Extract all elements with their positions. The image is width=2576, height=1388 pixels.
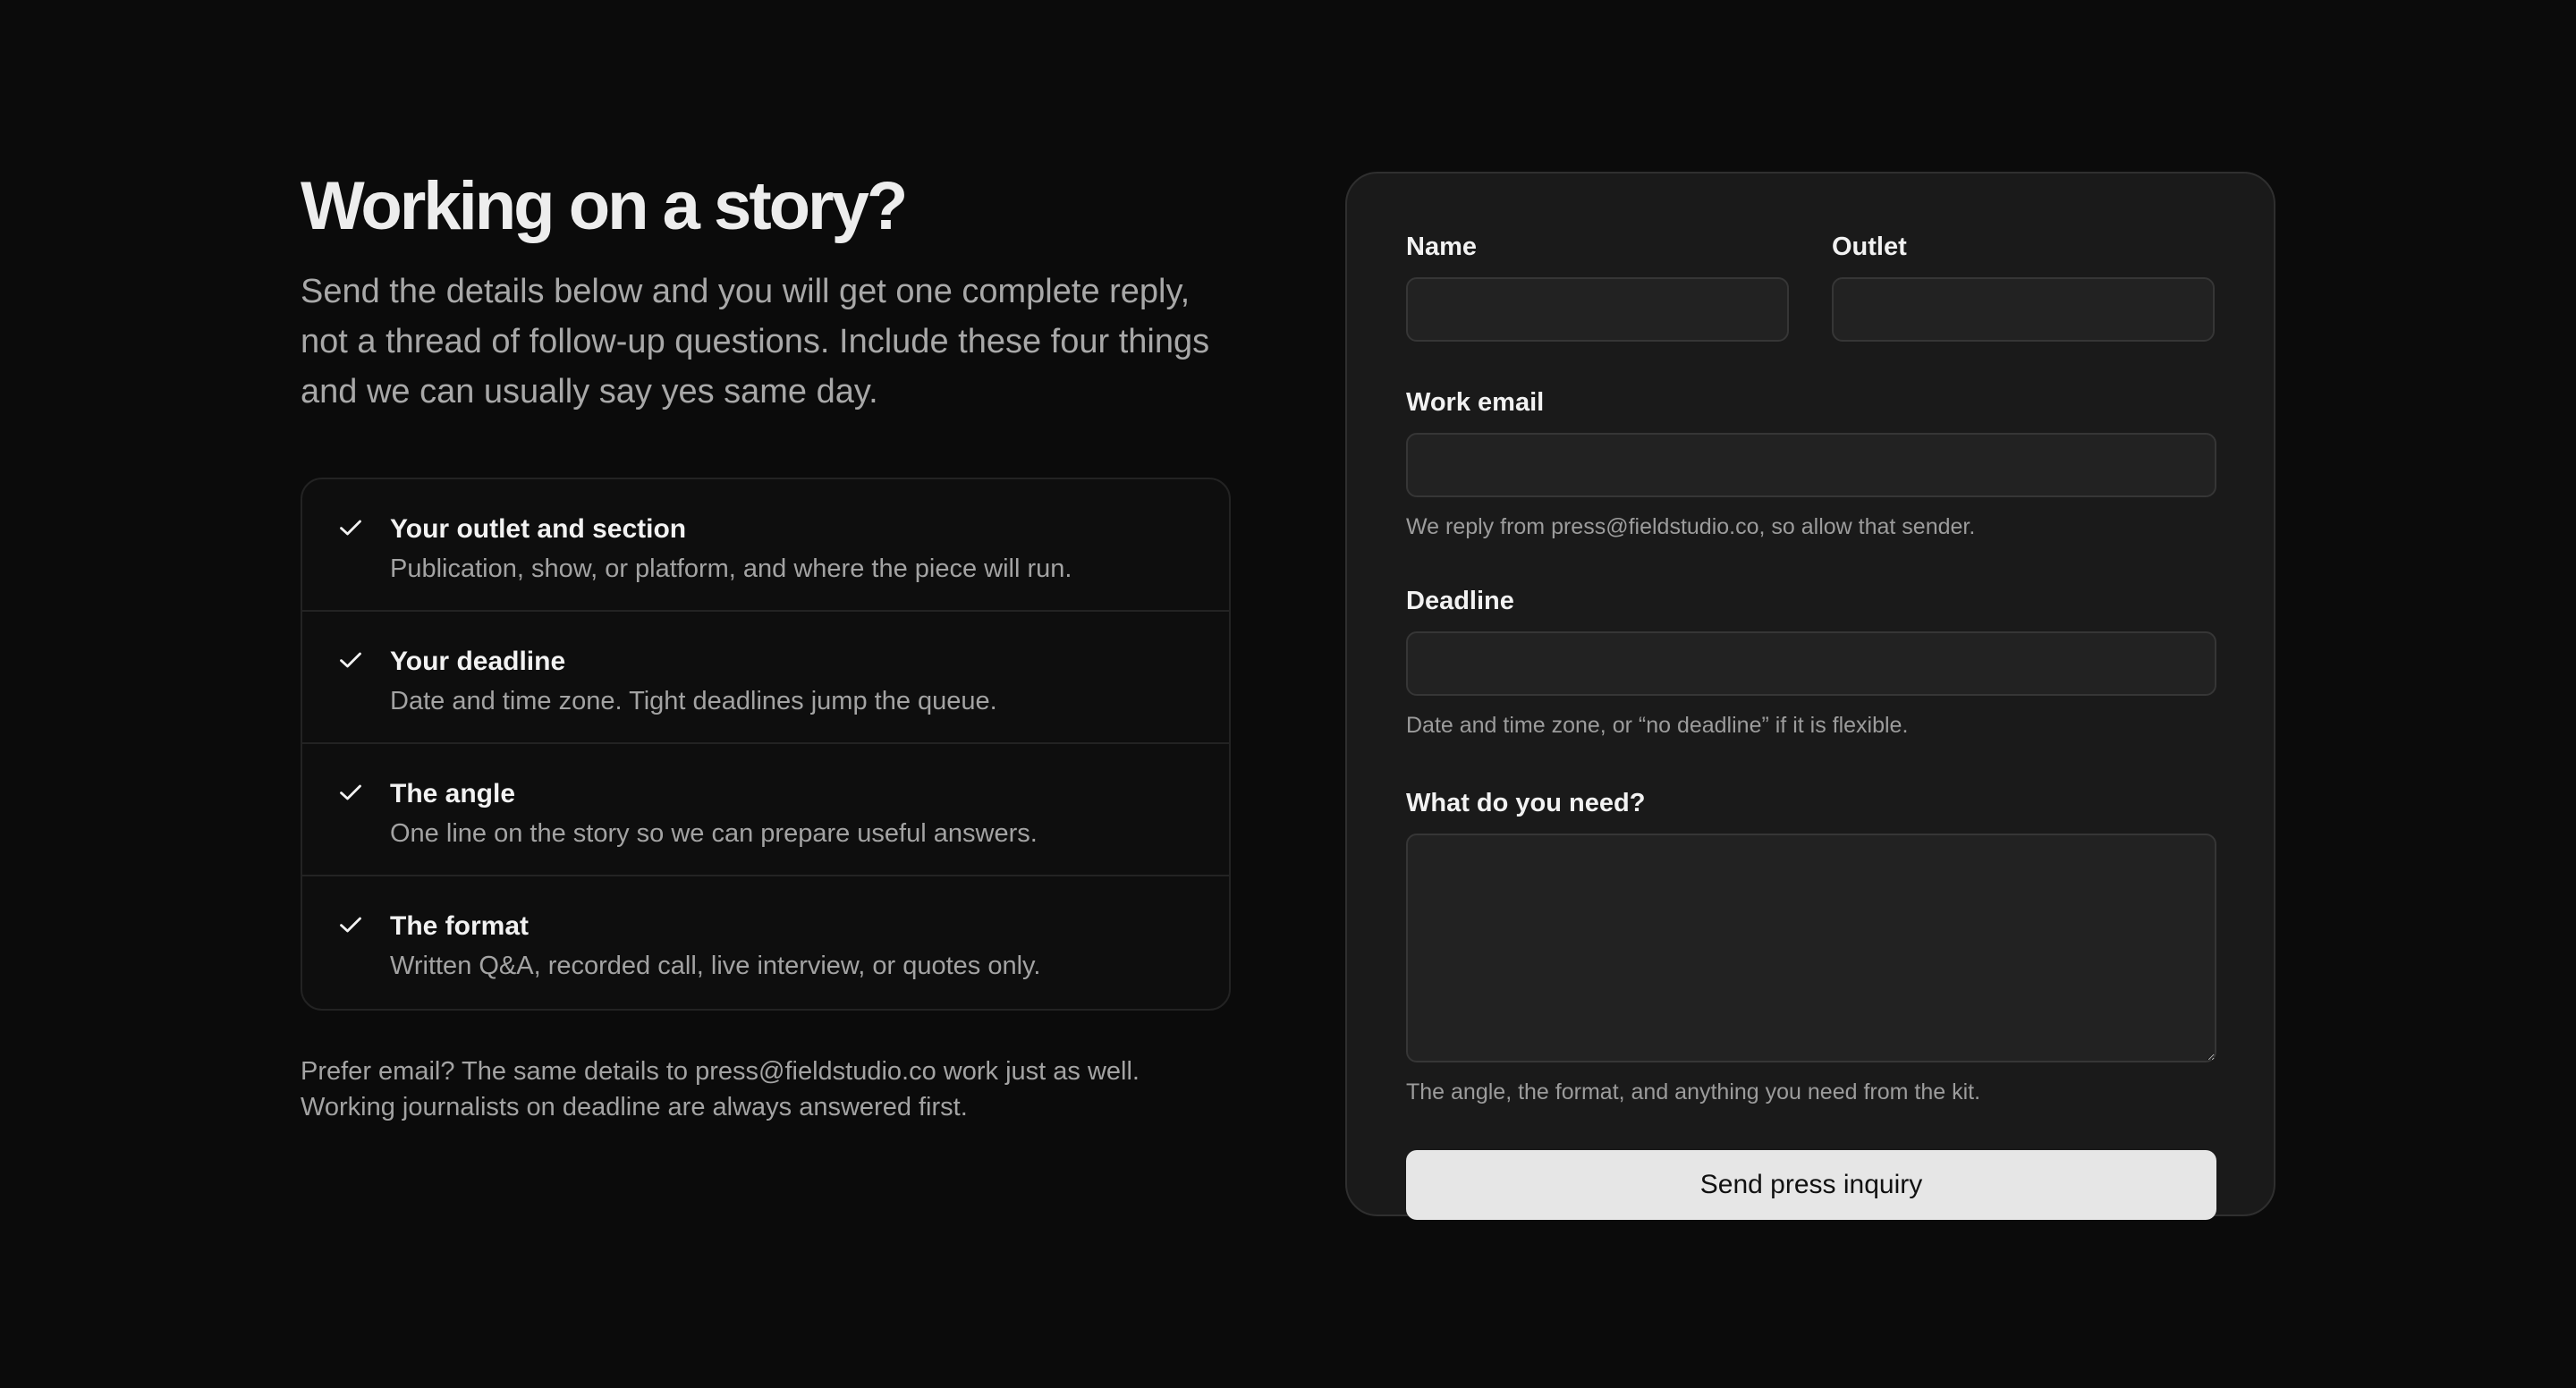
deadline-field-group: Deadline Date and time zone, or “no dead… [1406,583,2216,741]
outlet-label: Outlet [1832,233,1907,261]
checklist-item-title: Your deadline [390,647,566,676]
need-textarea[interactable] [1406,834,2216,1062]
deadline-label: Deadline [1406,587,1514,615]
requirements-checklist: Your outlet and section Publication, sho… [301,478,1231,1011]
check-icon [340,917,361,933]
intro-text: Send the details below and you will get … [301,273,1210,410]
footnote-line: Prefer email? The same details to press@… [301,1057,1140,1086]
checklist-item-description: Date and time zone. Tight deadlines jump… [390,687,997,715]
work-email-input[interactable] [1406,433,2216,497]
need-label: What do you need? [1406,789,1646,817]
email-alternative-note: Prefer email? The same details to press@… [301,1054,1231,1125]
send-press-inquiry-button[interactable]: Send press inquiry [1406,1150,2216,1220]
deadline-hint: Date and time zone, or “no deadline” if … [1406,713,1909,738]
work-email-hint: We reply from press@fieldstudio.co, so a… [1406,514,1976,539]
need-field-group: What do you need? The angle, the format,… [1406,785,2216,1107]
checklist-item-description: One line on the story so we can prepare … [390,819,1038,848]
footnote-line: Working journalists on deadline are alwa… [301,1093,968,1121]
checklist-item-title: Your outlet and section [390,514,687,544]
name-input[interactable] [1406,277,1789,342]
checklist-item-deadline: Your deadline Date and time zone. Tight … [302,612,1229,744]
checklist-item-description: Written Q&A, recorded call, live intervi… [390,952,1041,980]
checklist-item-angle: The angle One line on the story so we ca… [302,744,1229,876]
name-field-group: Name [1406,229,1789,342]
intro-section: Working on a story? Send the details bel… [301,166,1231,1125]
email-field-group: Work email We reply from press@fieldstud… [1406,385,2216,542]
work-email-label: Work email [1406,388,1545,417]
checklist-item-title: The format [390,911,530,941]
deadline-input[interactable] [1406,631,2216,696]
page-title: Working on a story? [301,168,908,244]
check-icon [340,520,361,536]
check-icon [340,652,361,668]
checklist-item-description: Publication, show, or platform, and wher… [390,554,1072,583]
name-label: Name [1406,233,1477,261]
press-inquiry-form: Name Outlet Work email We reply from pre… [1345,172,2275,1220]
check-icon [340,784,361,800]
checklist-item-outlet: Your outlet and section Publication, sho… [302,479,1229,612]
need-hint: The angle, the format, and anything you … [1406,1079,1981,1104]
checklist-item-title: The angle [390,779,516,808]
checklist-item-format: The format Written Q&A, recorded call, l… [302,876,1229,1009]
outlet-input[interactable] [1832,277,2215,342]
outlet-field-group: Outlet [1832,229,2215,342]
